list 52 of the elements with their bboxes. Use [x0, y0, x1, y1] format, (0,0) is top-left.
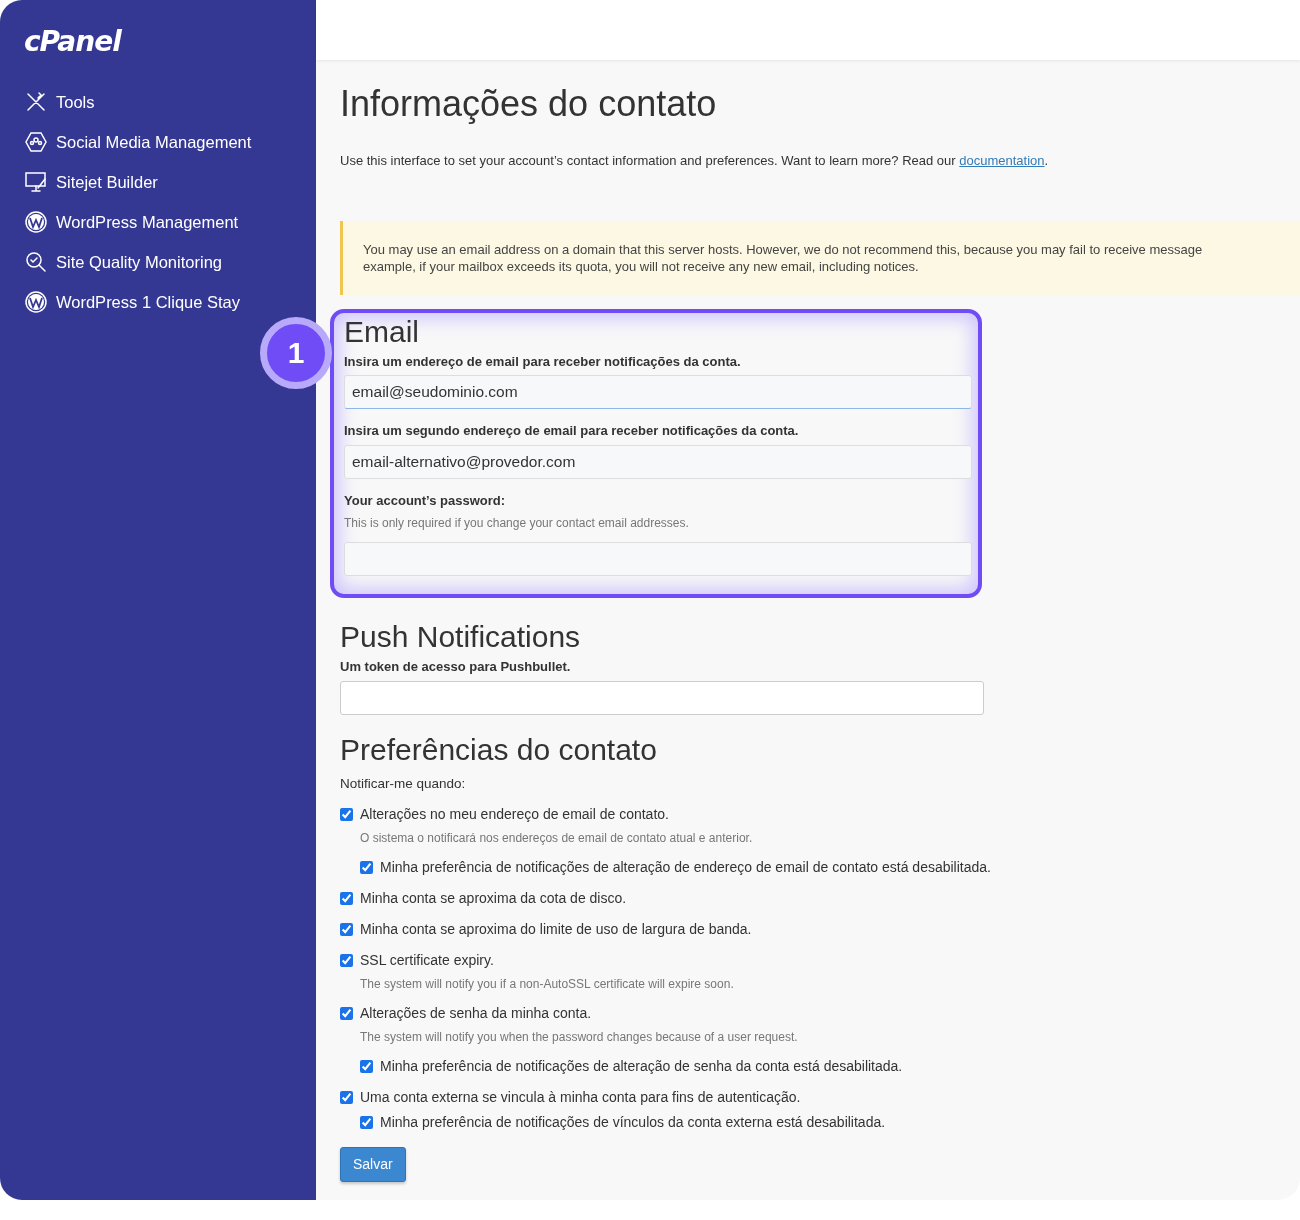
- input-field[interactable]: email-alternativo@provedor.com: [344, 444, 972, 479]
- input-field[interactable]: email@seudominio.com: [344, 375, 972, 410]
- checkbox-label: Alterações no meu endereço de email de contato.: [360, 804, 669, 824]
- sidebar-item[interactable]: Sitejet Builder: [24, 162, 316, 202]
- help-text: The system will notify you if a non-AutoSSL certificate will expire soon.: [360, 975, 735, 993]
- input-field[interactable]: [344, 542, 972, 577]
- checkbox[interactable]: [340, 922, 353, 936]
- checkbox[interactable]: [340, 1006, 353, 1020]
- alert-text-line: example, if your mailbox exceeds its quota, you will not receive any new email, including notices.: [363, 257, 920, 275]
- help-text: O sistema o notificará nos endereços de email de contato atual e anterior.: [360, 829, 754, 847]
- checkbox[interactable]: [340, 1090, 353, 1104]
- checkbox[interactable]: [340, 953, 353, 967]
- checkbox-label: Minha preferência de notificações de alteração de endereço de email de contato está desabilitada.: [380, 857, 991, 877]
- section-heading: Preferências do contato: [340, 732, 658, 766]
- sidebar-item[interactable]: Tools: [24, 82, 316, 122]
- sidebar-item[interactable]: WordPress Management: [24, 202, 316, 242]
- cpanel-logo[interactable]: cPanel: [24, 28, 121, 56]
- section-heading: Push Notifications: [340, 620, 582, 654]
- field-label: Your account’s password:: [344, 491, 507, 510]
- page-title: Informações do contato: [340, 82, 718, 126]
- lead-text: Notificar-me quando:: [340, 774, 467, 793]
- checkbox-label: Minha preferência de notificações de vínculos da conta externa está desabilitada.: [380, 1112, 886, 1132]
- field-label: Insira um segundo endereço de email para receber notificações da conta.: [344, 422, 800, 441]
- wordpress-icon: [24, 210, 48, 234]
- checkbox-label: Minha conta se aproxima do limite de uso de largura de banda.: [360, 919, 752, 939]
- checkbox[interactable]: [360, 860, 373, 874]
- checkbox-label: Minha preferência de notificações de alteração de senha da conta está desabilitada.: [380, 1056, 903, 1076]
- checkbox[interactable]: [340, 891, 353, 905]
- checkbox[interactable]: [360, 1115, 373, 1129]
- field-label: Um token de acesso para Pushbullet.: [340, 658, 572, 677]
- intro-text: Use this interface to set your account’s contact information and preferences. Want to learn more? Read our documentation.: [340, 152, 1050, 171]
- checkbox-label: Uma conta externa se vincula à minha conta para fins de autenticação.: [360, 1087, 801, 1107]
- field-label: Insira um endereço de email para receber notificações da conta.: [344, 352, 742, 371]
- hexagon-network-icon: [24, 130, 48, 154]
- checkbox[interactable]: [360, 1059, 373, 1073]
- monitor-pen-icon: [24, 170, 48, 194]
- checkbox-label: Alterações de senha da minha conta.: [360, 1003, 592, 1023]
- alert-text-line: You may use an email address on a domain that this server hosts. However, we do not recommend this, because you may fail to receive message: [363, 240, 1204, 258]
- help-text: The system will notify you when the password changes because of a user request.: [360, 1028, 799, 1046]
- checkbox-label: Minha conta se aproxima da cota de disco.: [360, 888, 627, 908]
- sidebar-item[interactable]: Site Quality Monitoring: [24, 242, 316, 282]
- magnifier-check-icon: [24, 250, 48, 274]
- input-field[interactable]: [340, 680, 984, 715]
- section-heading: Email: [344, 314, 420, 348]
- tools-icon: [24, 90, 48, 114]
- save-button[interactable]: Salvar: [340, 1146, 406, 1182]
- sidebar-item[interactable]: Social Media Management: [24, 122, 316, 162]
- documentation-link[interactable]: documentation: [959, 153, 1045, 169]
- checkbox-label: SSL certificate expiry.: [360, 950, 494, 970]
- checkbox[interactable]: [340, 807, 353, 821]
- wordpress-icon: [24, 290, 48, 314]
- help-text: This is only required if you change your contact email addresses.: [344, 515, 690, 533]
